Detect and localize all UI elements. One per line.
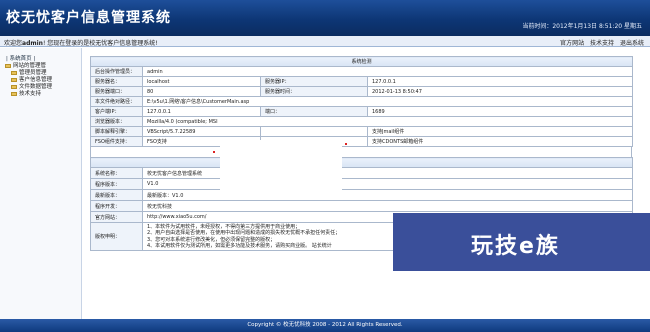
section-gap (90, 147, 632, 157)
current-time: 当前时间：2012年1月13日 8:51:20 星期五 (522, 23, 642, 30)
welcome-user: admin (22, 40, 43, 47)
row-value: 2012-01-13 8:50:47 (366, 86, 634, 97)
folder-icon (11, 84, 17, 89)
row-label: 服务器IP： (260, 76, 368, 87)
row-value: V1.0 (142, 178, 633, 190)
tree-item-label: 客户信息管理 (19, 77, 53, 83)
tree-root[interactable]: 网站的管理管 (5, 63, 52, 70)
table-row: 系统名称： 校无忧客户信息管理系统 (90, 167, 633, 179)
welcome-prefix: 欢迎您 (4, 40, 23, 47)
app-header: 校无忧客户信息管理系统 当前时间：2012年1月13日 8:51:20 星期五 (0, 0, 650, 36)
table-row: FSO组件支持： FSO支持 支持CDONTS邮箱组件 (90, 136, 634, 147)
row-value: 80 (142, 86, 261, 97)
row-value: Mozilla/4.0 (compatible; MSI (141, 116, 634, 127)
row-label: FSO组件支持： (90, 136, 143, 147)
row-label: 官方网站： (90, 211, 143, 223)
folder-icon (11, 77, 17, 82)
row-value: VBScript/5.7.22589 (142, 126, 261, 137)
folder-icon (11, 70, 17, 75)
table-row: 后台操作管理员： admin (90, 66, 634, 77)
table-row: 脚本解释引擎： VBScript/5.7.22589 支持Jmail组件 (90, 126, 634, 137)
row-label: 浏览器版本： (90, 116, 143, 127)
blank-overlay (220, 140, 342, 198)
row-value: 127.0.0.1 (142, 106, 261, 117)
watermark-text: 玩技e族 (471, 234, 560, 259)
logout-link[interactable]: 退出系统 (620, 40, 644, 47)
row-label: 端口： (260, 106, 368, 117)
row-label: 客户端IP： (90, 106, 143, 117)
app-title: 校无忧客户信息管理系统 (6, 10, 171, 26)
main-content: 系统检测 后台操作管理员： admin 服务器名： localhost 服务器IP： 1… (89, 56, 634, 318)
sidebar: | 系统首页 | 网站的管理管 管理员管理 客户信息管理 文件数据管理 技术支持 (0, 48, 82, 320)
table-row: 最新版本： 最新版本：V1.0 (90, 189, 633, 201)
folder-icon (5, 63, 11, 68)
table-row: 服务器端口： 80 服务器时间： 2012-01-13 8:50:47 (90, 86, 634, 97)
latest-version-link[interactable]: 最新版本：V1.0 (142, 189, 633, 201)
row-value: 1689 (366, 106, 634, 117)
row-label (260, 126, 368, 137)
row-label: 最新版本： (90, 189, 143, 201)
table-row: 浏览器版本： Mozilla/4.0 (compatible; MSI (90, 116, 634, 127)
row-label: 脚本解释引擎： (90, 126, 143, 137)
tree-item-support[interactable]: 技术支持 (5, 91, 52, 98)
red-marker (345, 143, 347, 145)
tree-item-label: 管理员管理 (19, 70, 47, 76)
row-label: 本文件绝对路径： (90, 96, 143, 107)
nav-tree: 网站的管理管 管理员管理 客户信息管理 文件数据管理 技术支持 (5, 63, 52, 98)
row-label: 服务器名： (90, 76, 143, 87)
version-caption (90, 157, 633, 168)
row-label: 服务器时间： (260, 86, 368, 97)
table-row: 程序开发： 校无忧科技 (90, 200, 633, 212)
sidebar-home-link[interactable]: | 系统首页 | (6, 54, 35, 62)
top-links: 官方网站 技术支持 退出系统 (556, 38, 644, 47)
table-row: 服务器名： localhost 服务器IP： 127.0.0.1 (90, 76, 634, 87)
tech-support-link[interactable]: 技术支持 (590, 40, 614, 47)
tree-root-label: 网站的管理管 (13, 63, 47, 69)
tree-item-files[interactable]: 文件数据管理 (5, 84, 52, 91)
row-value: localhost (142, 76, 261, 87)
row-label: 服务器端口： (90, 86, 143, 97)
system-check-table: 系统检测 后台操作管理员： admin 服务器名： localhost 服务器IP： 1… (89, 56, 634, 147)
table-row: 本文件绝对路径： E:\v5u\1.网络\客户信息\CustomerMain.as… (90, 96, 634, 107)
row-value: 127.0.0.1 (366, 76, 634, 87)
watermark-banner: 玩技e族 (393, 213, 650, 271)
row-value: 支持Jmail组件 (366, 126, 634, 137)
row-label: 系统名称： (90, 167, 143, 179)
red-marker (213, 151, 215, 153)
row-value: 校无忧客户信息管理系统 (142, 167, 633, 179)
welcome-bar: 欢迎您admin! 您现在登录的是校无忧客户信息管理系统! 官方网站 技术支持 … (0, 36, 650, 47)
tree-item-customer[interactable]: 客户信息管理 (5, 77, 52, 84)
tree-item-admin[interactable]: 管理员管理 (5, 70, 52, 77)
official-site-link[interactable]: 官方网站 (560, 40, 584, 47)
footer: Copyright © 校无忧科技 2008 - 2012 All Rights… (0, 319, 650, 332)
table-row: 客户端IP： 127.0.0.1 端口： 1689 (90, 106, 634, 117)
row-label: 版权申明： (90, 221, 143, 252)
row-value: 校无忧科技 (142, 200, 633, 212)
row-label: 程序版本： (90, 178, 143, 190)
system-check-caption: 系统检测 (89, 56, 634, 67)
folder-icon (11, 91, 17, 96)
table-row: 程序版本： V1.0 (90, 178, 633, 190)
row-value: 支持CDONTS邮箱组件 (366, 136, 634, 147)
row-label: 程序开发： (90, 200, 143, 212)
welcome-message: 欢迎您admin! 您现在登录的是校无忧客户信息管理系统! (4, 38, 158, 47)
tree-item-label: 文件数据管理 (19, 84, 53, 90)
row-label: 后台操作管理员： (90, 66, 143, 77)
row-value: admin (141, 66, 634, 77)
welcome-suffix: ! 您现在登录的是校无忧客户信息管理系统! (42, 40, 158, 47)
row-value: E:\v5u\1.网络\客户信息\CustomerMain.asp (141, 96, 634, 107)
tree-item-label: 技术支持 (19, 91, 42, 97)
